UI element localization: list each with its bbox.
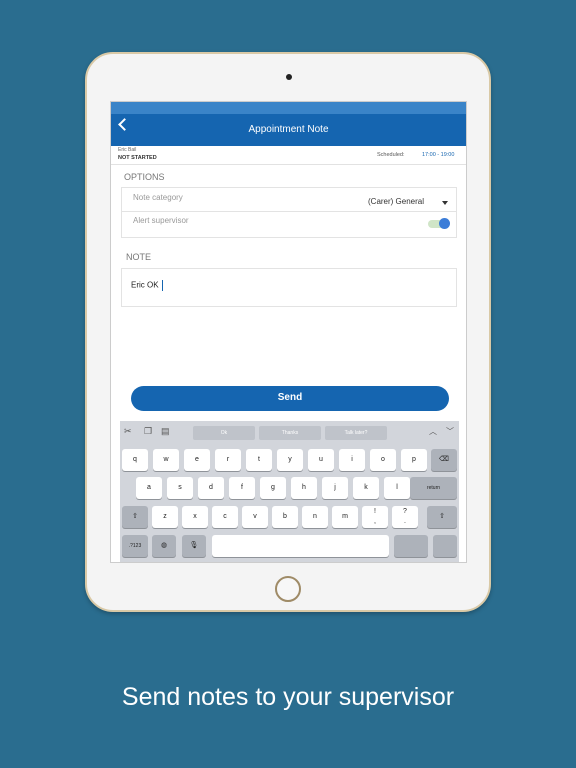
numbers-key[interactable]: .?123 — [122, 535, 148, 557]
key-n[interactable]: n — [302, 506, 328, 528]
globe-key[interactable]: ◍ — [152, 535, 176, 557]
keyboard: ✂ ❐ ▤ Ok Thanks Talk later? ︿ ﹀ qwertyui… — [120, 421, 459, 562]
suggestion-3[interactable]: Talk later? — [325, 426, 387, 440]
globe-icon: ◍ — [160, 542, 168, 549]
key-k[interactable]: k — [353, 477, 379, 499]
note-value: Eric OK — [131, 280, 159, 290]
hide-keyboard-key[interactable] — [433, 535, 457, 557]
key-m[interactable]: m — [332, 506, 358, 528]
cut-icon[interactable]: ✂ — [124, 426, 132, 437]
options-heading: OPTIONS — [124, 172, 165, 182]
key-a[interactable]: a — [136, 477, 162, 499]
key-d[interactable]: d — [198, 477, 224, 499]
alert-supervisor-label: Alert supervisor — [133, 216, 189, 225]
note-category-label: Note category — [133, 193, 183, 202]
key-!,[interactable]: ! , — [362, 506, 388, 528]
scheduled-time: 17:00 - 19:00 — [422, 152, 455, 158]
key-e[interactable]: e — [184, 449, 210, 471]
options-divider — [122, 211, 456, 212]
client-name: Eric Bail — [118, 147, 137, 153]
key-x[interactable]: x — [182, 506, 208, 528]
chevron-down-icon[interactable] — [442, 201, 448, 205]
key-w[interactable]: w — [153, 449, 179, 471]
note-category-select[interactable]: (Carer) General — [368, 197, 424, 206]
key-y[interactable]: y — [277, 449, 303, 471]
options-box: Note category (Carer) General Alert supe… — [121, 187, 457, 238]
key-h[interactable]: h — [291, 477, 317, 499]
key-z[interactable]: z — [152, 506, 178, 528]
copy-icon[interactable]: ❐ — [144, 426, 152, 437]
note-heading: NOTE — [126, 252, 152, 262]
scheduled-label: Scheduled: — [377, 152, 405, 158]
chevron-down-icon[interactable]: ﹀ — [446, 426, 454, 437]
shift-icon: ⇧ — [132, 513, 138, 520]
space-bar[interactable] — [212, 535, 389, 557]
key-r[interactable]: r — [215, 449, 241, 471]
key-g[interactable]: g — [260, 477, 286, 499]
nav-bar: Appointment Note — [111, 102, 466, 146]
keyboard-toolbar: ✂ ❐ ▤ Ok Thanks Talk later? ︿ ﹀ — [120, 421, 459, 443]
key-c[interactable]: c — [212, 506, 238, 528]
key-s[interactable]: s — [167, 477, 193, 499]
shift-key-right[interactable]: ⇧ — [427, 506, 457, 528]
key-u[interactable]: u — [308, 449, 334, 471]
suggestion-1[interactable]: Ok — [193, 426, 255, 440]
key-j[interactable]: j — [322, 477, 348, 499]
key-f[interactable]: f — [229, 477, 255, 499]
paste-icon[interactable]: ▤ — [161, 426, 170, 437]
chevron-up-icon[interactable]: ︿ — [429, 426, 437, 437]
key-p[interactable]: p — [401, 449, 427, 471]
client-header: Eric Bail NOT STARTED Scheduled: 17:00 -… — [111, 146, 466, 165]
app-screen: Appointment Note Eric Bail NOT STARTED S… — [110, 101, 467, 563]
numbers-key-right[interactable] — [394, 535, 428, 557]
return-key[interactable]: return — [410, 477, 457, 499]
send-button[interactable]: Send — [131, 386, 449, 411]
key-?.[interactable]: ? . — [392, 506, 418, 528]
visit-status: NOT STARTED — [118, 155, 157, 161]
key-v[interactable]: v — [242, 506, 268, 528]
text-cursor — [161, 280, 163, 291]
microphone-icon: 🎙 — [189, 542, 199, 549]
alert-supervisor-toggle[interactable] — [428, 218, 450, 229]
suggestion-2[interactable]: Thanks — [259, 426, 321, 440]
toggle-knob — [439, 218, 450, 229]
shift-key-left[interactable]: ⇧ — [122, 506, 148, 528]
shift-icon: ⇧ — [439, 513, 445, 520]
home-button[interactable] — [275, 576, 301, 602]
backspace-icon: ⌫ — [439, 456, 449, 463]
key-q[interactable]: q — [122, 449, 148, 471]
key-i[interactable]: i — [339, 449, 365, 471]
status-strip — [111, 102, 466, 114]
dictation-key[interactable]: 🎙 — [182, 535, 206, 557]
key-t[interactable]: t — [246, 449, 272, 471]
camera — [286, 74, 292, 80]
key-o[interactable]: o — [370, 449, 396, 471]
note-input-text: Eric OK — [131, 280, 163, 291]
page-title: Appointment Note — [248, 124, 329, 135]
delete-key[interactable]: ⌫ — [431, 449, 457, 471]
note-field[interactable]: Eric OK — [121, 268, 457, 307]
caption: Send notes to your supervisor — [121, 683, 455, 711]
key-b[interactable]: b — [272, 506, 298, 528]
key-l[interactable]: l — [384, 477, 410, 499]
